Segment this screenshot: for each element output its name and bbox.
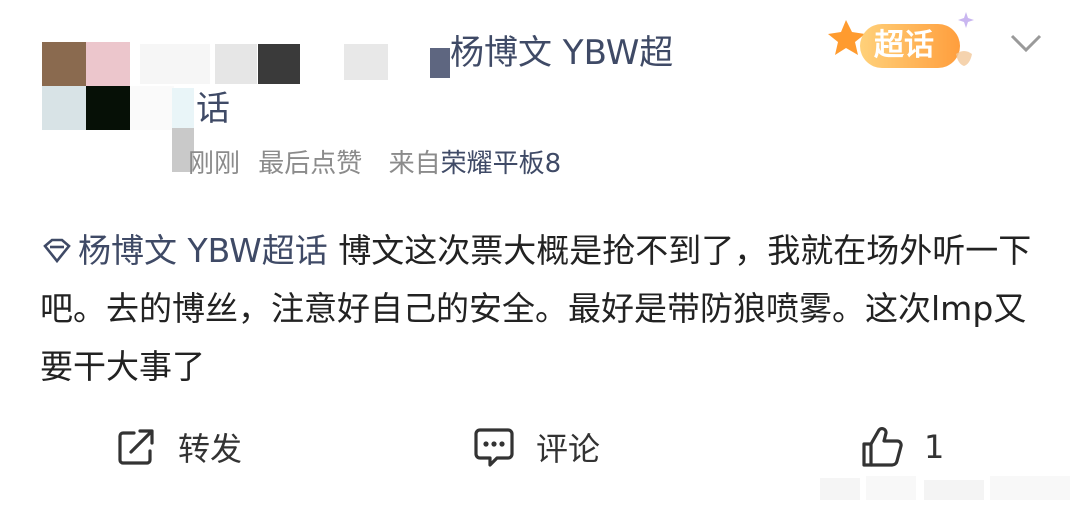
comment-icon bbox=[474, 428, 514, 467]
share-icon bbox=[118, 429, 154, 465]
chevron-down-icon[interactable] bbox=[1006, 28, 1046, 58]
redaction-mosaic bbox=[172, 88, 194, 128]
avatar-pixel bbox=[86, 86, 130, 130]
topic-link[interactable]: 杨博文 YBW超话 bbox=[40, 231, 328, 270]
username-text: 杨博文 YBW超 bbox=[450, 33, 674, 73]
badge-label: 超话 bbox=[874, 28, 934, 63]
avatar-pixel bbox=[42, 42, 86, 86]
topic-diamond-icon bbox=[43, 238, 71, 264]
redaction-mosaic bbox=[258, 44, 300, 84]
avatar-pixel bbox=[42, 86, 86, 130]
watermark-mosaic bbox=[820, 476, 1070, 500]
comment-button[interactable]: 评论 bbox=[472, 412, 600, 482]
avatar-pixel bbox=[86, 42, 130, 86]
like-count: 1 bbox=[924, 428, 945, 466]
redaction-mosaic bbox=[130, 86, 174, 130]
avatar[interactable] bbox=[42, 42, 130, 130]
repost-button[interactable]: 转发 bbox=[116, 412, 242, 482]
thumbs-up-icon bbox=[862, 427, 903, 467]
redaction-mosaic bbox=[344, 44, 388, 80]
repost-label: 转发 bbox=[178, 430, 243, 468]
post-content: 杨博文 YBW超话 博文这次票大概是抢不到了，我就在场外听一下吧。去的博丝，注意… bbox=[40, 222, 1040, 396]
like-status: 最后点赞 bbox=[258, 149, 363, 179]
username-wrap-text: 话 bbox=[196, 89, 230, 129]
redaction-mosaic bbox=[430, 48, 450, 78]
super-topic-badge[interactable]: 超话 bbox=[826, 8, 996, 82]
redaction-mosaic bbox=[140, 44, 210, 84]
topic-text: 杨博文 YBW超话 bbox=[78, 231, 328, 270]
source-device[interactable]: 荣耀平板8 bbox=[441, 149, 562, 179]
comment-label: 评论 bbox=[536, 430, 601, 468]
watermark bbox=[820, 470, 1080, 506]
username-wrap[interactable]: 话 bbox=[196, 86, 230, 132]
post-time: 刚刚 bbox=[188, 149, 241, 179]
post-meta: 刚刚 最后点赞 来自荣耀平板8 bbox=[188, 142, 561, 186]
redaction-mosaic bbox=[215, 44, 257, 84]
source-prefix: 来自 bbox=[388, 149, 441, 179]
username[interactable]: 杨博文 YBW超 bbox=[450, 28, 673, 78]
